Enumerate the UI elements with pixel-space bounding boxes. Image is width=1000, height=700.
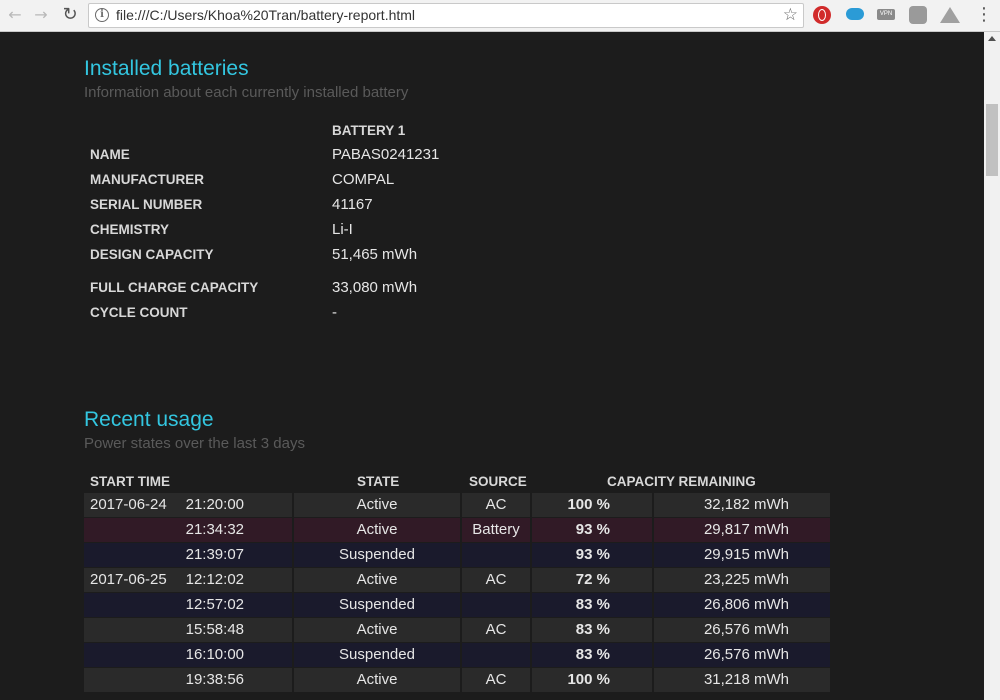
usage-row: 21:39:07 Suspended 93 % 29,915 mWh [84, 543, 830, 567]
capacity-percent-cell: 83 % [532, 593, 652, 617]
capacity-mwh-cell: 26,806 mWh [654, 593, 830, 617]
capacity-remaining-header: CAPACITY REMAINING [607, 474, 756, 489]
capacity-mwh-cell: 26,576 mWh [654, 618, 830, 642]
state-cell: Suspended [294, 593, 460, 617]
capacity-percent-cell: 83 % [532, 643, 652, 667]
name-value: PABAS0241231 [332, 146, 440, 163]
source-cell [462, 543, 530, 567]
browser-toolbar: ← → ↻ i file:///C:/Users/Khoa%20Tran/bat… [0, 0, 1000, 32]
start-time: 21:20:00 [185, 496, 244, 513]
cloud-extension-icon[interactable] [846, 8, 864, 20]
start-time: 12:12:02 [185, 571, 244, 588]
scroll-up-arrow-icon[interactable] [988, 36, 996, 41]
start-time-cell: 19:38:56 [84, 668, 292, 692]
puzzle-extension-icon[interactable] [909, 6, 927, 24]
full-charge-capacity-label: FULL CHARGE CAPACITY [90, 280, 259, 295]
start-time-cell: 15:58:48 [84, 618, 292, 642]
bookmark-star-icon[interactable]: ☆ [783, 5, 798, 25]
state-cell: Active [294, 618, 460, 642]
start-time: 21:34:32 [185, 521, 244, 538]
state-header: STATE [357, 474, 400, 489]
capacity-mwh-cell: 29,817 mWh [654, 518, 830, 542]
design-capacity-label: DESIGN CAPACITY [90, 247, 214, 262]
capacity-percent-cell: 100 % [532, 668, 652, 692]
usage-row: 19:38:56 Active AC 100 % 31,218 mWh [84, 668, 830, 692]
address-bar[interactable]: i file:///C:/Users/Khoa%20Tran/battery-r… [88, 3, 804, 28]
start-time: 19:38:56 [185, 671, 244, 688]
reload-icon[interactable]: ↻ [59, 4, 81, 26]
forward-arrow-icon[interactable]: → [30, 4, 52, 26]
source-header: SOURCE [469, 474, 527, 489]
capacity-mwh-cell: 31,218 mWh [654, 668, 830, 692]
battery-column-header: BATTERY 1 [332, 123, 406, 138]
state-cell: Active [294, 518, 460, 542]
capacity-percent-cell: 83 % [532, 618, 652, 642]
scrollbar-thumb[interactable] [986, 104, 998, 176]
opera-extension-icon[interactable] [813, 6, 831, 24]
usage-row: 21:34:32 Active Battery 93 % 29,817 mWh [84, 518, 830, 542]
full-charge-capacity-value: 33,080 mWh [332, 279, 418, 296]
url-text[interactable]: file:///C:/Users/Khoa%20Tran/battery-rep… [116, 7, 415, 23]
capacity-percent-cell: 93 % [532, 518, 652, 542]
source-cell: Battery [462, 518, 530, 542]
source-cell: AC [462, 568, 530, 592]
start-time-cell: 2017-06-25 12:12:02 [84, 568, 292, 592]
start-time-header: START TIME [90, 474, 170, 489]
start-time: 12:57:02 [185, 596, 244, 613]
back-arrow-icon[interactable]: ← [4, 4, 26, 26]
capacity-mwh-cell: 32,182 mWh [654, 493, 830, 517]
state-cell: Active [294, 568, 460, 592]
recent-usage-subtitle: Power states over the last 3 days [84, 435, 305, 452]
vertical-scrollbar[interactable] [984, 32, 1000, 700]
state-cell: Active [294, 493, 460, 517]
capacity-percent-cell: 93 % [532, 543, 652, 567]
manufacturer-label: MANUFACTURER [90, 172, 204, 187]
chemistry-label: CHEMISTRY [90, 222, 170, 237]
cycle-count-value: - [332, 304, 337, 321]
state-cell: Suspended [294, 543, 460, 567]
usage-row: 15:58:48 Active AC 83 % 26,576 mWh [84, 618, 830, 642]
recent-usage-title: Recent usage [84, 408, 214, 431]
capacity-mwh-cell: 29,915 mWh [654, 543, 830, 567]
start-time: 16:10:00 [185, 646, 244, 663]
manufacturer-value: COMPAL [332, 171, 395, 188]
serial-number-label: SERIAL NUMBER [90, 197, 203, 212]
capacity-mwh-cell: 23,225 mWh [654, 568, 830, 592]
design-capacity-value: 51,465 mWh [332, 246, 418, 263]
start-time-cell: 16:10:00 [84, 643, 292, 667]
state-cell: Active [294, 668, 460, 692]
usage-row: 2017-06-24 21:20:00 Active AC 100 % 32,1… [84, 493, 830, 517]
source-cell: AC [462, 668, 530, 692]
capacity-percent-cell: 100 % [532, 493, 652, 517]
page-content: Installed batteries Information about ea… [0, 32, 984, 700]
installed-batteries-subtitle: Information about each currently install… [84, 84, 409, 101]
drive-extension-icon[interactable] [940, 7, 960, 23]
source-cell [462, 593, 530, 617]
vpn-extension-icon[interactable]: VPN [877, 9, 895, 20]
source-cell: AC [462, 618, 530, 642]
start-time: 21:39:07 [185, 546, 244, 563]
source-cell [462, 643, 530, 667]
start-date: 2017-06-24 [90, 496, 167, 513]
start-time-cell: 2017-06-24 21:20:00 [84, 493, 292, 517]
browser-menu-icon[interactable]: ⋮ [975, 4, 993, 25]
state-cell: Suspended [294, 643, 460, 667]
name-label: NAME [90, 147, 130, 162]
info-icon[interactable]: i [95, 8, 109, 22]
capacity-mwh-cell: 26,576 mWh [654, 643, 830, 667]
start-time: 15:58:48 [185, 621, 244, 638]
cycle-count-label: CYCLE COUNT [90, 305, 188, 320]
start-date: 2017-06-25 [90, 571, 167, 588]
start-time-cell: 21:34:32 [84, 518, 292, 542]
start-time-cell: 21:39:07 [84, 543, 292, 567]
start-time-cell: 12:57:02 [84, 593, 292, 617]
usage-row: 2017-06-25 12:12:02 Active AC 72 % 23,22… [84, 568, 830, 592]
chemistry-value: Li-I [332, 221, 353, 238]
capacity-percent-cell: 72 % [532, 568, 652, 592]
serial-number-value: 41167 [332, 196, 373, 213]
usage-row: 12:57:02 Suspended 83 % 26,806 mWh [84, 593, 830, 617]
usage-row: 16:10:00 Suspended 83 % 26,576 mWh [84, 643, 830, 667]
installed-batteries-title: Installed batteries [84, 57, 249, 80]
source-cell: AC [462, 493, 530, 517]
